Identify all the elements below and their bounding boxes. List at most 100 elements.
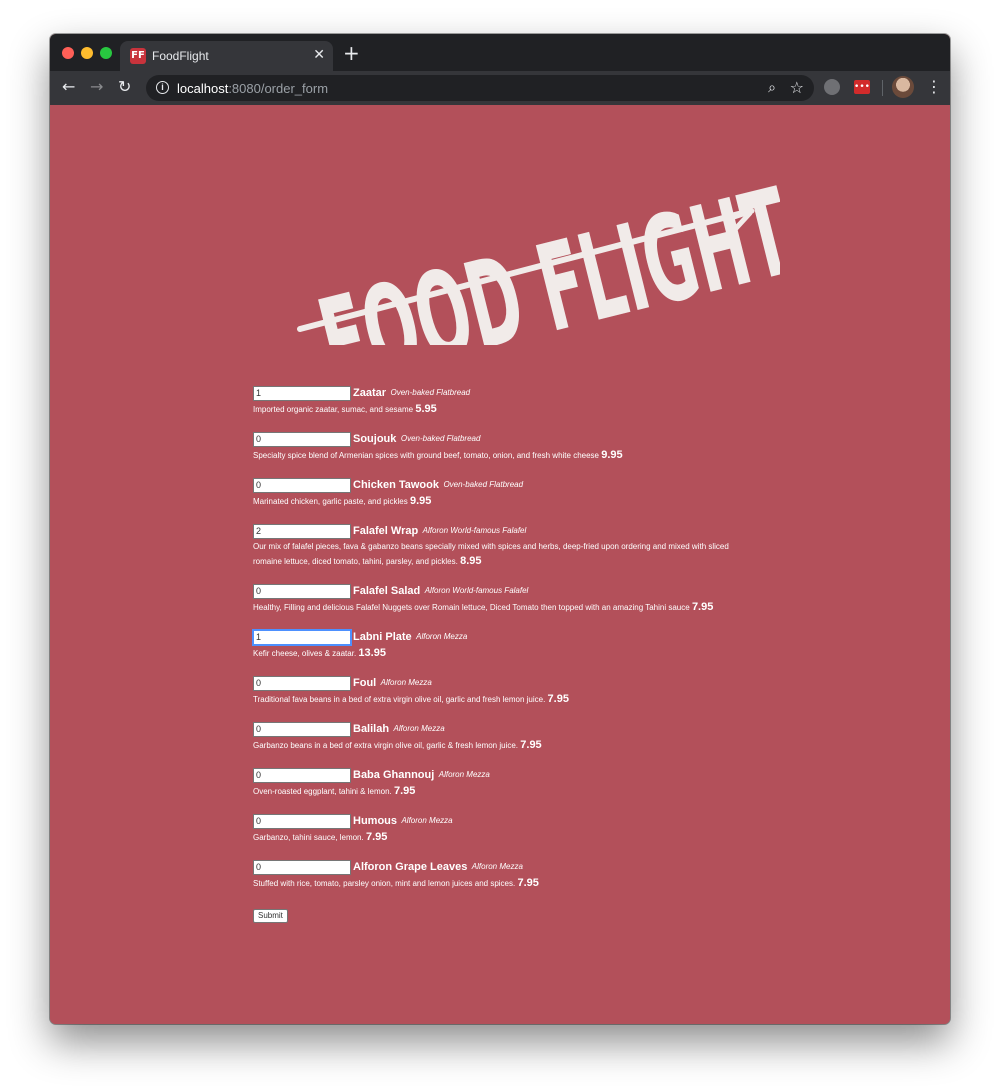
back-arrow-icon[interactable]: ← (62, 78, 75, 96)
item-name: Foul (353, 677, 377, 689)
submit-button[interactable]: Submit (253, 909, 288, 923)
quantity-input[interactable] (253, 583, 351, 599)
item-price: 13.95 (358, 647, 386, 659)
item-description-line: Garbanzo beans in a bed of extra virgin … (253, 738, 743, 753)
lastpass-extension-icon[interactable]: ••• (854, 80, 870, 94)
zoom-icon[interactable]: ⌕ (768, 80, 776, 96)
item-name: Chicken Tawook (353, 479, 439, 491)
extension-icon[interactable] (824, 79, 840, 95)
quantity-input[interactable] (253, 675, 351, 691)
item-description-line: Our mix of falafel pieces, fava & gabanz… (253, 540, 743, 569)
url-text[interactable]: localhost:8080/order_form (177, 81, 328, 96)
browser-toolbar: ← → ↻ i localhost:8080/order_form ⌕ ☆ ••… (50, 71, 950, 105)
item-category: Alforon Mezza (471, 862, 523, 871)
minimize-window-button[interactable] (81, 47, 93, 59)
quantity-input[interactable] (253, 859, 351, 875)
item-description-line: Imported organic zaatar, sumac, and sesa… (253, 402, 743, 417)
menu-dots-icon[interactable]: ⋮ (926, 78, 942, 96)
food-flight-logo: FOOD FLIGHT (280, 115, 780, 345)
item-name: Falafel Salad (353, 585, 421, 597)
new-tab-icon[interactable]: + (343, 43, 360, 63)
item-price: 7.95 (691, 601, 714, 613)
maximize-window-button[interactable] (100, 47, 112, 59)
item-category: Oven-baked Flatbread (400, 434, 481, 443)
quantity-input[interactable] (253, 385, 351, 401)
item-description: Healthy, Filling and delicious Falafel N… (253, 603, 690, 612)
profile-avatar[interactable] (892, 76, 914, 98)
favicon-icon: FF (130, 48, 146, 64)
item-name: Humous (353, 815, 397, 827)
quantity-input[interactable] (252, 628, 352, 646)
item-price: 8.95 (460, 555, 482, 567)
menu-item: Alforon Grape Leaves Alforon Mezza Stuffe… (253, 859, 743, 891)
browser-window: FF FoodFlight ✕ + ← → ↻ i localhost:8080… (50, 34, 950, 1024)
item-category: Alforon World-famous Falafel (422, 526, 527, 535)
menu-items: Zaatar Oven-baked Flatbread Imported orga… (252, 385, 743, 891)
logo-text: FOOD FLIGHT (307, 162, 780, 345)
item-description: Oven-roasted eggplant, tahini & lemon. (253, 787, 392, 796)
menu-item-header: Falafel Salad Alforon World-famous Falaf… (253, 583, 743, 599)
item-description: Imported organic zaatar, sumac, and sesa… (253, 405, 414, 414)
quantity-input[interactable] (253, 721, 351, 737)
item-price: 9.95 (409, 495, 432, 507)
item-category: Alforon Mezza (393, 724, 445, 733)
quantity-input[interactable] (253, 523, 351, 539)
order-form: Zaatar Oven-baked Flatbread Imported orga… (252, 385, 743, 923)
menu-item: Humous Alforon MezzaGarbanzo, tahini sau… (253, 813, 743, 845)
url-host: localhost (177, 81, 229, 96)
item-description-line: Traditional fava beans in a bed of extra… (253, 692, 743, 707)
item-description: Our mix of falafel pieces, fava & gabanz… (253, 542, 729, 566)
star-icon[interactable]: ☆ (790, 78, 804, 97)
menu-item-header: Alforon Grape Leaves Alforon Mezza (253, 859, 743, 875)
quantity-input[interactable] (253, 431, 351, 447)
menu-item: Foul Alforon Mezza Traditional fava beans… (253, 675, 743, 707)
item-category: Alforon World-famous Falafel (424, 586, 529, 595)
menu-item-header: Humous Alforon Mezza (253, 813, 743, 829)
menu-item: Falafel Salad Alforon World-famous Falaf… (253, 583, 743, 615)
item-price: 7.95 (393, 785, 416, 797)
tab-title: FoodFlight (152, 49, 209, 63)
toolbar-separator (882, 80, 883, 96)
url-path: :8080/order_form (228, 81, 329, 96)
menu-item: Labni Plate Alforon MezzaKefir cheese, o… (252, 628, 743, 661)
menu-item: Balilah Alforon Mezza Garbanzo beans in a… (253, 721, 743, 753)
item-description: Stuffed with rice, tomato, parsley onion… (253, 879, 516, 888)
item-price: 9.95 (601, 449, 623, 461)
item-category: Alforon Mezza (438, 770, 490, 779)
item-category: Oven-baked Flatbread (390, 388, 471, 397)
reload-icon[interactable]: ↻ (118, 78, 131, 96)
item-description: Marinated chicken, garlic paste, and pic… (253, 497, 408, 506)
item-description-line: Kefir cheese, olives & zaatar. 13.95 (253, 646, 743, 661)
menu-item-header: Falafel Wrap Alforon World-famous Falafe… (253, 523, 743, 539)
item-description-line: Marinated chicken, garlic paste, and pic… (253, 494, 743, 509)
menu-item-header: Balilah Alforon Mezza (253, 721, 743, 737)
item-price: 5.95 (415, 403, 437, 415)
item-category: Alforon Mezza (401, 816, 453, 825)
item-description: Garbanzo, tahini sauce, lemon. (253, 833, 364, 842)
item-description-line: Garbanzo, tahini sauce, lemon. 7.95 (253, 830, 743, 845)
close-tab-icon[interactable]: ✕ (313, 47, 325, 63)
forward-arrow-icon[interactable]: → (90, 78, 103, 96)
item-name: Balilah (353, 723, 390, 735)
item-price: 7.95 (520, 739, 542, 751)
item-name: Falafel Wrap (353, 525, 419, 537)
close-window-button[interactable] (62, 47, 74, 59)
item-category: Alforon Mezza (416, 632, 468, 641)
menu-item-header: Chicken Tawook Oven-baked Flatbread (253, 477, 743, 493)
info-icon[interactable]: i (156, 81, 169, 94)
tab-foodflight[interactable]: FF FoodFlight ✕ (120, 41, 333, 71)
quantity-input[interactable] (253, 813, 351, 829)
page-content: FOOD FLIGHT Zaatar Oven-baked Flatbread I… (50, 105, 950, 1024)
quantity-input[interactable] (253, 477, 351, 493)
quantity-input[interactable] (253, 767, 351, 783)
item-category: Oven-baked Flatbread (443, 480, 524, 489)
item-description: Garbanzo beans in a bed of extra virgin … (253, 741, 519, 750)
menu-item-header: Baba Ghannouj Alforon Mezza (253, 767, 743, 783)
menu-item-header: Labni Plate Alforon Mezza (252, 628, 743, 646)
item-description: Kefir cheese, olives & zaatar. (253, 649, 357, 658)
menu-item-header: Zaatar Oven-baked Flatbread (253, 385, 743, 401)
item-description: Traditional fava beans in a bed of extra… (253, 695, 546, 704)
address-bar[interactable]: i localhost:8080/order_form ⌕ ☆ (146, 75, 814, 101)
menu-item: Baba Ghannouj Alforon Mezza Oven-roasted … (253, 767, 743, 799)
item-description-line: Specialty spice blend of Armenian spices… (253, 448, 743, 463)
